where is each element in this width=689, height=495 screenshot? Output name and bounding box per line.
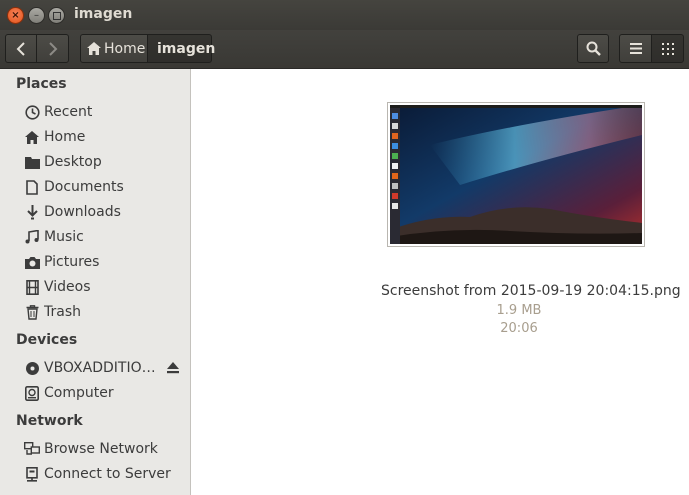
network-header: Network (16, 413, 83, 429)
sidebar-item-computer[interactable]: Computer (24, 381, 184, 405)
sidebar-item-vboxadditions[interactable]: VBOXADDITIO… (24, 356, 184, 380)
chevron-right-icon (48, 41, 57, 56)
minimize-window-button[interactable]: – (28, 7, 45, 24)
sidebar-item-downloads[interactable]: Downloads (24, 200, 184, 224)
list-view-button[interactable] (619, 34, 652, 63)
sidebar-item-desktop[interactable]: Desktop (24, 150, 184, 174)
sidebar-item-trash[interactable]: Trash (24, 300, 184, 324)
grid-view-button[interactable] (651, 34, 684, 63)
sidebar-item-label: Desktop (44, 154, 102, 170)
trash-icon (24, 304, 40, 320)
document-icon (24, 179, 40, 195)
close-window-button[interactable]: × (7, 7, 24, 24)
title-bar: × – imagen (0, 0, 689, 30)
file-time: 20:06 (500, 321, 538, 336)
file-thumbnail[interactable] (387, 102, 645, 247)
devices-header: Devices (16, 332, 78, 348)
sidebar-item-label: Computer (44, 385, 114, 401)
sidebar-item-label: Pictures (44, 254, 100, 270)
file-size: 1.9 MB (496, 303, 542, 318)
breadcrumb-home[interactable]: Home (80, 34, 148, 63)
window-title: imagen (74, 6, 133, 22)
nav-buttons (5, 34, 69, 63)
maximize-window-button[interactable] (48, 7, 65, 24)
home-icon (24, 129, 40, 145)
file-name: Screenshot from 2015-09-19 20:04:15.png (381, 283, 681, 299)
sidebar-item-label: VBOXADDITIO… (44, 360, 156, 376)
sidebar-item-label: Music (44, 229, 84, 245)
disc-icon (24, 360, 40, 376)
sidebar-item-home[interactable]: Home (24, 125, 184, 149)
home-icon (87, 42, 101, 55)
sidebar-item-documents[interactable]: Documents (24, 175, 184, 199)
breadcrumb-home-label: Home (104, 40, 146, 57)
search-button[interactable] (577, 34, 609, 63)
view-switcher (619, 34, 684, 63)
film-icon (24, 279, 40, 295)
file-view[interactable]: Screenshot from 2015-09-19 20:04:15.png … (191, 69, 689, 495)
server-icon (24, 466, 40, 482)
breadcrumb-current[interactable]: imagen (147, 34, 216, 63)
sidebar-item-pictures[interactable]: Pictures (24, 250, 184, 274)
file-item[interactable]: Screenshot from 2015-09-19 20:04:15.png … (381, 101, 681, 336)
grid-icon (661, 42, 674, 55)
sidebar-item-label: Trash (44, 304, 81, 320)
sidebar-item-label: Browse Network (44, 441, 158, 457)
sidebar-item-music[interactable]: Music (24, 225, 184, 249)
camera-icon (24, 254, 40, 270)
music-icon (24, 229, 40, 245)
sidebar-item-label: Home (44, 129, 86, 145)
breadcrumb-current-label: imagen (157, 40, 216, 57)
sidebar-item-connect-to-server[interactable]: Connect to Server (24, 462, 184, 486)
sidebar-item-label: Connect to Server (44, 466, 171, 482)
sidebar-item-label: Documents (44, 179, 124, 195)
sidebar-item-browse-network[interactable]: Browse Network (24, 437, 184, 461)
sidebar-item-label: Recent (44, 104, 93, 120)
list-icon (629, 43, 642, 54)
sidebar-item-label: Downloads (44, 204, 121, 220)
clock-icon (24, 104, 40, 120)
search-icon (586, 41, 601, 56)
forward-button[interactable] (36, 34, 69, 63)
places-header: Places (16, 76, 67, 92)
harddrive-icon (24, 385, 40, 401)
sidebar: Places Recent Home Desktop Documents Dow… (0, 69, 191, 495)
chevron-left-icon (16, 41, 25, 56)
download-icon (24, 204, 40, 220)
folder-icon (24, 154, 40, 170)
sidebar-item-label: Videos (44, 279, 91, 295)
toolbar: Home imagen (0, 30, 689, 69)
sidebar-item-videos[interactable]: Videos (24, 275, 184, 299)
file-manager-window: × – imagen Home imagen Places Recent Hom… (0, 0, 689, 495)
thumbnail-image (390, 105, 642, 244)
back-button[interactable] (5, 34, 37, 63)
eject-icon[interactable] (166, 361, 180, 375)
sidebar-item-recent[interactable]: Recent (24, 100, 184, 124)
network-icon (24, 441, 40, 457)
